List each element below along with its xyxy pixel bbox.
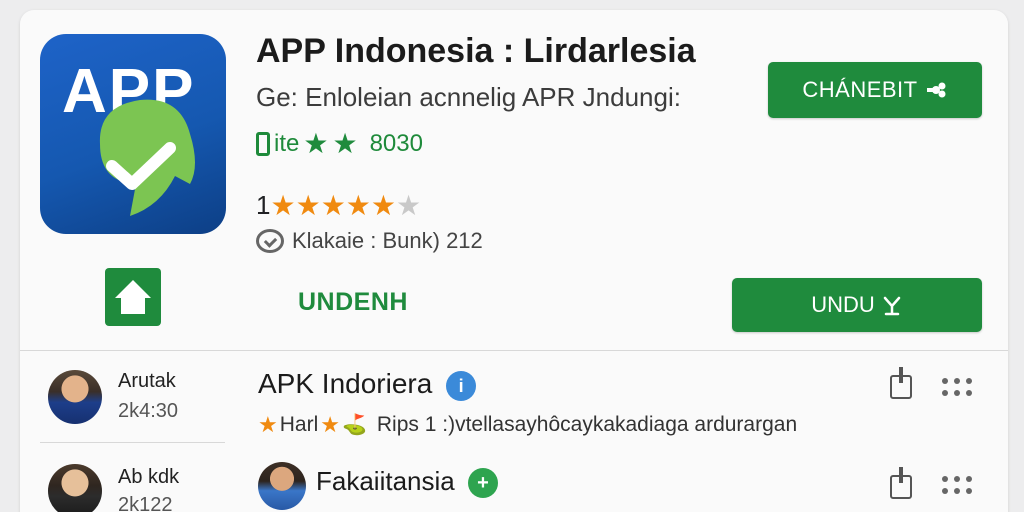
star-icon: ★ xyxy=(320,189,346,221)
star-icon: ★ xyxy=(270,189,296,221)
app-subtitle: Ge: Enloleian acnnelig APR Jndungi: xyxy=(256,82,681,112)
avatar[interactable] xyxy=(48,464,102,512)
primary-button-label: CHÁNEBIT xyxy=(802,77,918,102)
list-item-title[interactable]: APK Indoriera i xyxy=(258,368,477,401)
review-meta: Klakaie : Bunk) 212 xyxy=(256,228,483,254)
more-icon[interactable] xyxy=(942,378,972,396)
more-icon[interactable] xyxy=(942,476,972,494)
install-button-label: UNDU xyxy=(811,292,875,317)
list-item-subtitle: ★ Harl ★ ⛳ Rips 1 :)vtellasayhôcaykakadi… xyxy=(258,412,797,437)
star-icon: ★ xyxy=(332,128,358,159)
primary-button[interactable]: CHÁNEBIT xyxy=(768,62,982,118)
flag-icon: ⛳ xyxy=(341,414,367,436)
divider xyxy=(40,442,225,443)
phone-icon xyxy=(256,132,270,156)
list-time: 2k4:30 xyxy=(118,400,179,422)
list-sub-prefix: Harl xyxy=(279,412,319,436)
check-badge-icon: + xyxy=(467,468,498,499)
star-icon: ★ xyxy=(320,411,340,437)
star-icon: ★ xyxy=(370,189,397,221)
store-count: 8030 xyxy=(369,130,423,157)
verified-badge-icon: i xyxy=(446,370,477,401)
list-item-title[interactable]: Fakaiitansia + xyxy=(316,466,498,499)
star-icon: ★ xyxy=(295,189,321,221)
store-label: ite xyxy=(274,130,300,157)
star-icon: ★ xyxy=(258,411,278,437)
app-title: APP Indonesia : Lirdarlesia xyxy=(256,32,696,70)
install-button[interactable]: UNDU xyxy=(732,278,982,332)
plus-share-icon xyxy=(926,82,946,98)
share-icon[interactable] xyxy=(890,367,912,399)
home-button[interactable] xyxy=(105,268,161,326)
chat-icon xyxy=(256,229,284,253)
list-time: 2k122 xyxy=(118,494,173,512)
avatar[interactable] xyxy=(258,462,306,510)
store-info: ite ★ ★ 8030 xyxy=(256,130,423,158)
secondary-text-button[interactable]: UNDENH xyxy=(298,288,408,317)
rating-prefix: 1 xyxy=(256,190,271,220)
home-icon xyxy=(115,280,151,314)
avatar[interactable] xyxy=(48,370,102,424)
star-icon: ★ xyxy=(303,128,329,159)
rating: 1 ★ ★ ★ ★ ★ ★ xyxy=(256,190,421,221)
app-logo-icon: APP xyxy=(40,34,226,234)
star-empty-icon: ★ xyxy=(396,189,422,221)
list-author: Arutak xyxy=(118,370,176,392)
share-icon[interactable] xyxy=(890,467,912,499)
list-author: Ab kdk xyxy=(118,466,180,488)
divider xyxy=(20,350,1008,351)
star-icon: ★ xyxy=(345,189,371,221)
app-detail-card: APP APP Indonesia : Lirdarlesia Ge: Enlo… xyxy=(20,10,1008,512)
list-item-title-text: Fakaiitansia xyxy=(316,466,455,496)
install-icon xyxy=(883,296,901,316)
review-meta-text: Klakaie : Bunk) 212 xyxy=(292,228,483,253)
list-sub-text: Rips 1 :)vtellasayhôcaykakadiaga ardurar… xyxy=(376,412,798,436)
list-item-title-text: APK Indoriera xyxy=(258,368,433,399)
